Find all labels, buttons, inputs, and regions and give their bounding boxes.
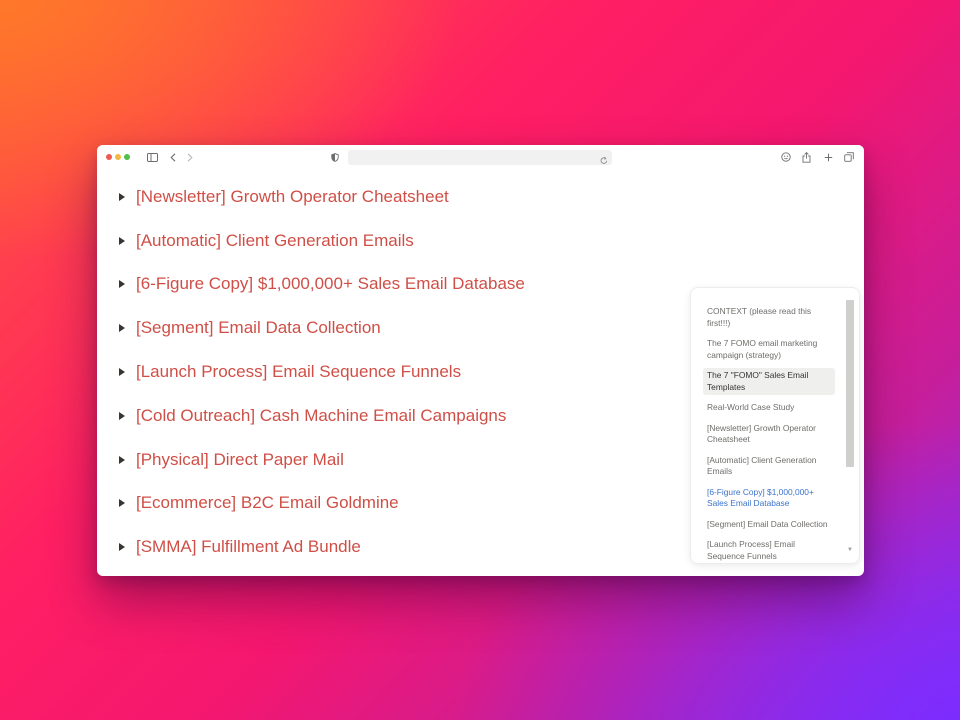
toggle-block[interactable]: [Segment] Email Data Collection xyxy=(119,315,381,341)
sidebar-icon[interactable] xyxy=(145,150,159,164)
toggle-title: [SMMA] Fulfillment Ad Bundle xyxy=(136,537,361,556)
account-icon[interactable] xyxy=(779,150,793,164)
toggle-title: [Cold Outreach] Cash Machine Email Campa… xyxy=(136,406,507,425)
address-bar[interactable] xyxy=(348,150,612,165)
table-of-contents-panel: CONTEXT (please read this first!!!) The … xyxy=(690,287,860,564)
forward-icon[interactable] xyxy=(183,150,197,164)
toc-scrollbar-thumb[interactable] xyxy=(846,300,854,467)
toggle-arrow-icon[interactable] xyxy=(119,280,125,288)
toc-item[interactable]: [Automatic] Client Generation Emails xyxy=(703,453,835,480)
toc-item[interactable]: Real-World Case Study xyxy=(703,400,835,416)
toggle-block[interactable]: [SMMA] Fulfillment Ad Bundle xyxy=(119,534,361,560)
toggle-title: [Newsletter] Growth Operator Cheatsheet xyxy=(136,187,449,206)
toc-item[interactable]: CONTEXT (please read this first!!!) xyxy=(703,304,835,331)
toggle-title: [Ecommerce] B2C Email Goldmine xyxy=(136,493,399,512)
toggle-arrow-icon[interactable] xyxy=(119,237,125,245)
toggle-block[interactable]: [Cold Outreach] Cash Machine Email Campa… xyxy=(119,403,506,429)
toggle-arrow-icon[interactable] xyxy=(119,456,125,464)
page-content: [Newsletter] Growth Operator Cheatsheet … xyxy=(97,169,864,576)
tabs-overview-icon[interactable] xyxy=(842,150,856,164)
close-window-button[interactable] xyxy=(106,154,112,160)
toggle-block[interactable]: [Ecommerce] B2C Email Goldmine xyxy=(119,490,399,516)
toggle-title: [Segment] Email Data Collection xyxy=(136,318,381,337)
scroll-down-icon[interactable]: ▼ xyxy=(847,547,853,553)
toc-item-link[interactable]: [6-Figure Copy] $1,000,000+ Sales Email … xyxy=(703,485,835,512)
toggle-title: [Physical] Direct Paper Mail xyxy=(136,450,344,469)
toggle-title: [Launch Process] Email Sequence Funnels xyxy=(136,362,462,381)
shield-icon[interactable] xyxy=(328,150,342,164)
zoom-window-button[interactable] xyxy=(124,154,130,160)
minimize-window-button[interactable] xyxy=(115,154,121,160)
toggle-arrow-icon[interactable] xyxy=(119,412,125,420)
toggle-block[interactable]: [Newsletter] Growth Operator Cheatsheet xyxy=(119,184,449,210)
browser-toolbar xyxy=(97,145,864,169)
toggle-block[interactable]: [Automatic] Client Generation Emails xyxy=(119,228,414,254)
toggle-block[interactable]: [6-Figure Copy] $1,000,000+ Sales Email … xyxy=(119,271,525,297)
new-tab-icon[interactable] xyxy=(821,150,835,164)
reload-icon[interactable] xyxy=(600,152,608,170)
toc-item[interactable]: [Segment] Email Data Collection xyxy=(703,517,835,533)
back-icon[interactable] xyxy=(166,150,180,164)
toggle-arrow-icon[interactable] xyxy=(119,543,125,551)
toggle-arrow-icon[interactable] xyxy=(119,193,125,201)
toggle-arrow-icon[interactable] xyxy=(119,324,125,332)
toc-item-active[interactable]: The 7 "FOMO" Sales Email Templates xyxy=(703,368,835,395)
browser-window: [Newsletter] Growth Operator Cheatsheet … xyxy=(97,145,864,576)
toc-item[interactable]: [Launch Process] Email Sequence Funnels xyxy=(703,537,835,563)
toc-item[interactable]: [Newsletter] Growth Operator Cheatsheet xyxy=(703,421,835,448)
toggle-arrow-icon[interactable] xyxy=(119,499,125,507)
toggle-block[interactable]: [Physical] Direct Paper Mail xyxy=(119,447,344,473)
toc-scrollbar[interactable]: ▼ xyxy=(846,300,854,553)
toc-item[interactable]: The 7 FOMO email marketing campaign (str… xyxy=(703,336,835,363)
toggle-block[interactable]: [Launch Process] Email Sequence Funnels xyxy=(119,359,461,385)
table-of-contents-list: CONTEXT (please read this first!!!) The … xyxy=(703,304,835,563)
toggle-arrow-icon[interactable] xyxy=(119,368,125,376)
share-icon[interactable] xyxy=(799,150,813,164)
toggle-title: [6-Figure Copy] $1,000,000+ Sales Email … xyxy=(136,274,525,293)
toggle-title: [Automatic] Client Generation Emails xyxy=(136,231,414,250)
